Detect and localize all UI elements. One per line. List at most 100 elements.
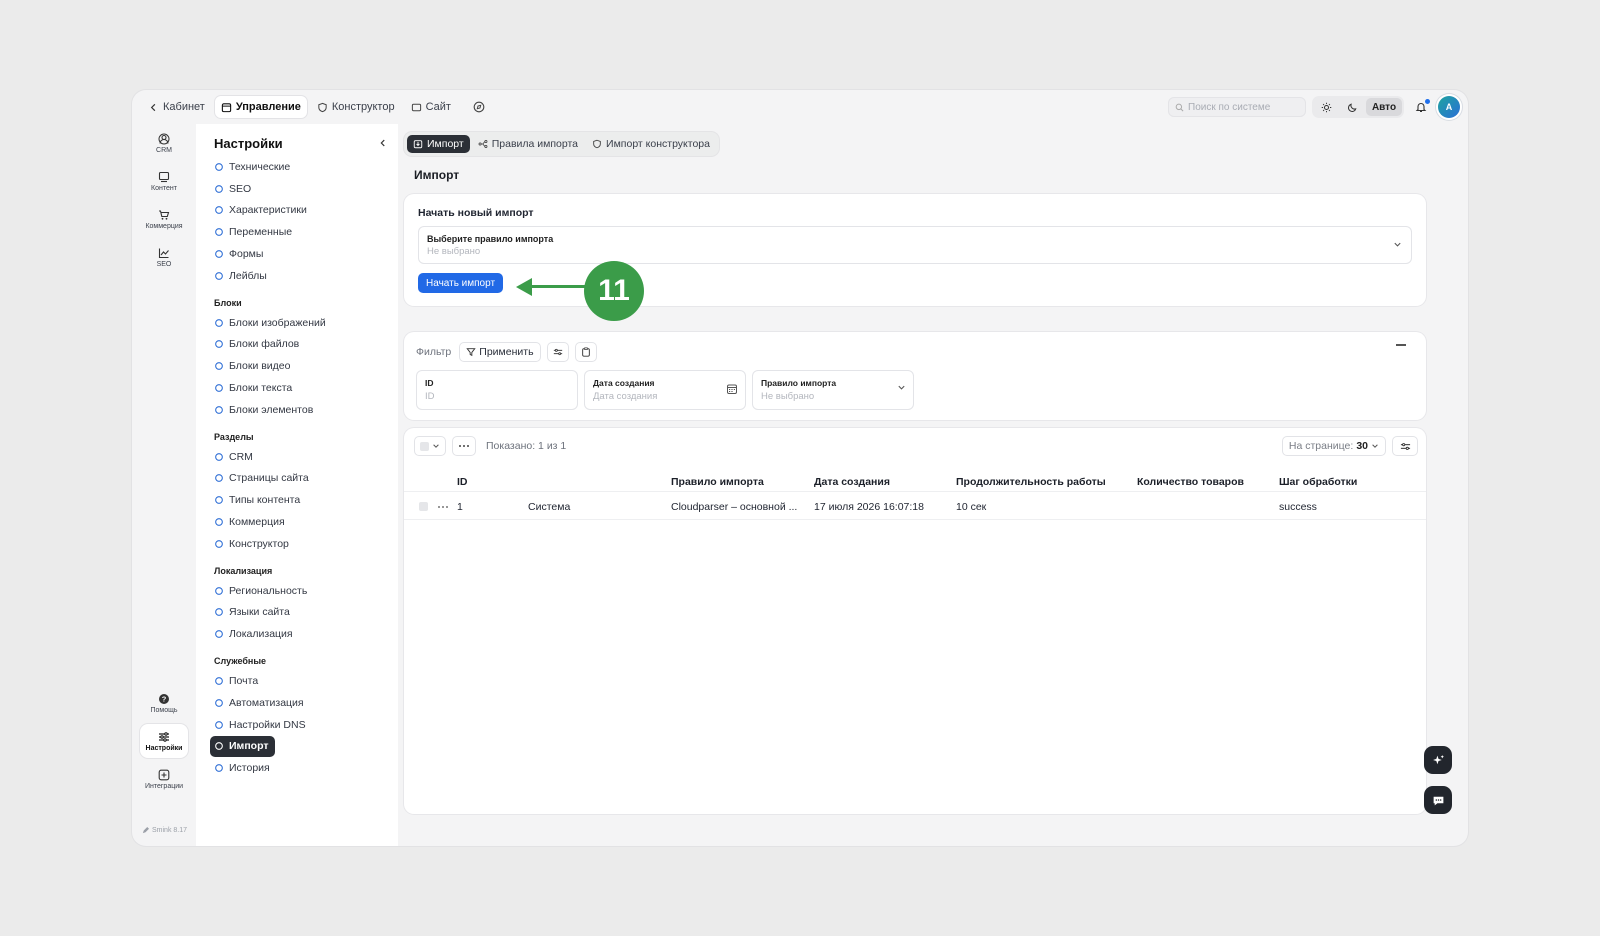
rail-item-integrations[interactable]: Интеграции [140,762,188,796]
collapse-filter-button[interactable] [1396,344,1406,346]
nav-item-icon [215,518,223,526]
column-header-count[interactable]: Количество товаров [1137,476,1244,488]
sliders-icon [553,348,562,356]
filter-date-field[interactable]: Дата создания Дата создания [584,370,746,410]
select-all-checkbox[interactable] [419,441,429,451]
filter-id-field[interactable]: ID ID [416,370,578,410]
rail-label: Помощь [150,706,178,714]
nav-item-конструктор[interactable]: Конструктор [210,533,295,555]
notifications-button[interactable] [1410,96,1432,118]
nav-item-языки-сайта[interactable]: Языки сайта [210,602,296,624]
per-page-select[interactable]: На странице: 30 [1282,436,1386,456]
cell-id: 1 [457,501,463,513]
cell-step: success [1279,501,1317,513]
nav-item-лейблы[interactable]: Лейблы [210,265,273,287]
nav-item-label: Типы контента [229,494,301,507]
auto-mode-button[interactable]: Авто [1366,98,1402,116]
nav-item-локализация[interactable]: Локализация [210,623,299,645]
rail-item-help[interactable]: ? Помощь [140,686,188,720]
table-row[interactable]: 1 Система Cloudparser – основной ... 17 … [404,491,1426,520]
search-icon [1175,103,1184,111]
tab-constructor-import[interactable]: Импорт конструктора [586,135,716,153]
nav-item-почта[interactable]: Почта [210,670,264,692]
nav-list: Технические SEO Характеристики Переменные Фо… [210,156,390,779]
chevron-down-icon [1394,242,1401,247]
nav-item-типы-контента[interactable]: Типы контента [210,489,306,511]
rail-label: SEO [156,260,172,268]
column-header-date[interactable]: Дата создания [814,476,890,488]
nav-item-label: Переменные [229,226,293,239]
rail-item-content[interactable]: Контент [140,164,188,198]
tab-import-rules[interactable]: Правила импорта [472,135,584,153]
bulk-actions-button[interactable] [452,436,476,456]
filter-settings-button[interactable] [546,342,569,362]
global-search-input[interactable]: Поиск по системе [1168,97,1306,117]
rail-item-crm[interactable]: CRM [140,126,188,160]
search-placeholder: Поиск по системе [1188,101,1271,113]
rail-label: Контент [151,184,177,192]
nav-item-блоки-изображений[interactable]: Блоки изображений [210,312,332,334]
start-import-button[interactable]: Начать импорт [418,273,504,293]
cell-source: Система [528,501,571,513]
saved-filters-button[interactable] [574,342,597,362]
ai-assistant-button[interactable] [1424,746,1452,774]
table-settings-button[interactable] [1392,436,1418,456]
nav-item-автоматизация[interactable]: Автоматизация [210,692,310,714]
topbar-item-management[interactable]: Управление [214,96,307,118]
nav-item-формы[interactable]: Формы [210,243,269,265]
column-header-rule[interactable]: Правило импорта [671,476,764,488]
nav-item-блоки-файлов[interactable]: Блоки файлов [210,334,305,356]
moon-icon [1347,103,1356,112]
rail-item-commerce[interactable]: Коммерция [140,202,188,236]
nav-item-импорт[interactable]: Импорт [210,735,275,758]
calendar-icon [221,102,232,112]
bulk-select-dropdown[interactable] [414,436,446,456]
apply-filter-button[interactable]: Применить [459,342,541,362]
nav-item-страницы-сайта[interactable]: Страницы сайта [210,468,315,490]
nav-item-настройки-dns[interactable]: Настройки DNS [210,714,312,736]
column-header-duration[interactable]: Продолжительность работы [956,476,1106,488]
field-placeholder: Дата создания [593,391,658,402]
topbar-item-site[interactable]: Сайт [405,96,457,118]
chat-button[interactable] [1424,786,1452,814]
nav-item-label: Языки сайта [229,606,290,619]
tab-import[interactable]: Импорт [407,135,470,153]
nav-item-блоки-элементов[interactable]: Блоки элементов [210,399,319,421]
import-rule-select[interactable]: Выберите правило импорта Не выбрано [418,226,1412,264]
theme-switcher: Авто [1312,96,1404,118]
nav-item-история[interactable]: История [210,757,276,779]
nav-item-icon [215,720,223,729]
nav-item-crm[interactable]: CRM [210,446,259,468]
chevron-down-icon [433,444,440,448]
row-actions-icon[interactable] [437,505,449,509]
rail-item-seo[interactable]: SEO [140,240,188,274]
dark-mode-button[interactable] [1340,98,1364,116]
light-mode-button[interactable] [1314,98,1338,116]
nav-item-label: Страницы сайта [229,472,309,485]
field-label: Правило импорта [761,378,837,388]
nav-item-региональность[interactable]: Региональность [210,580,313,602]
nav-item-блоки-видео[interactable]: Блоки видео [210,355,296,377]
nav-item-icon [215,272,223,280]
column-header-step[interactable]: Шаг обработки [1279,476,1357,488]
column-header-id[interactable]: ID [457,476,468,488]
collapse-nav-button[interactable] [378,138,388,151]
nav-item-коммерция[interactable]: Коммерция [210,511,291,533]
filter-rule-field[interactable]: Правило импорта Не выбрано [752,370,914,410]
settings-icon [159,731,169,742]
nav-item-label: CRM [229,450,253,463]
nav-item-технические[interactable]: Технические [210,156,296,178]
topbar-item-constructor[interactable]: Конструктор [311,96,401,118]
nav-item-характеристики[interactable]: Характеристики [210,200,313,222]
nav-item-seo[interactable]: SEO [210,178,257,200]
nav-item-блоки-текста[interactable]: Блоки текста [210,377,298,399]
cell-duration: 10 сек [956,501,987,513]
compass-button[interactable] [467,96,491,118]
nav-item-переменные[interactable]: Переменные [210,221,298,243]
version-label: Smink 8.17 [142,827,187,834]
rail-item-settings[interactable]: Настройки [140,724,188,758]
back-to-cabinet-link[interactable]: Кабинет [142,96,211,118]
clipboard-icon [581,347,590,357]
avatar[interactable]: A [1438,96,1460,118]
row-checkbox[interactable] [419,502,428,511]
